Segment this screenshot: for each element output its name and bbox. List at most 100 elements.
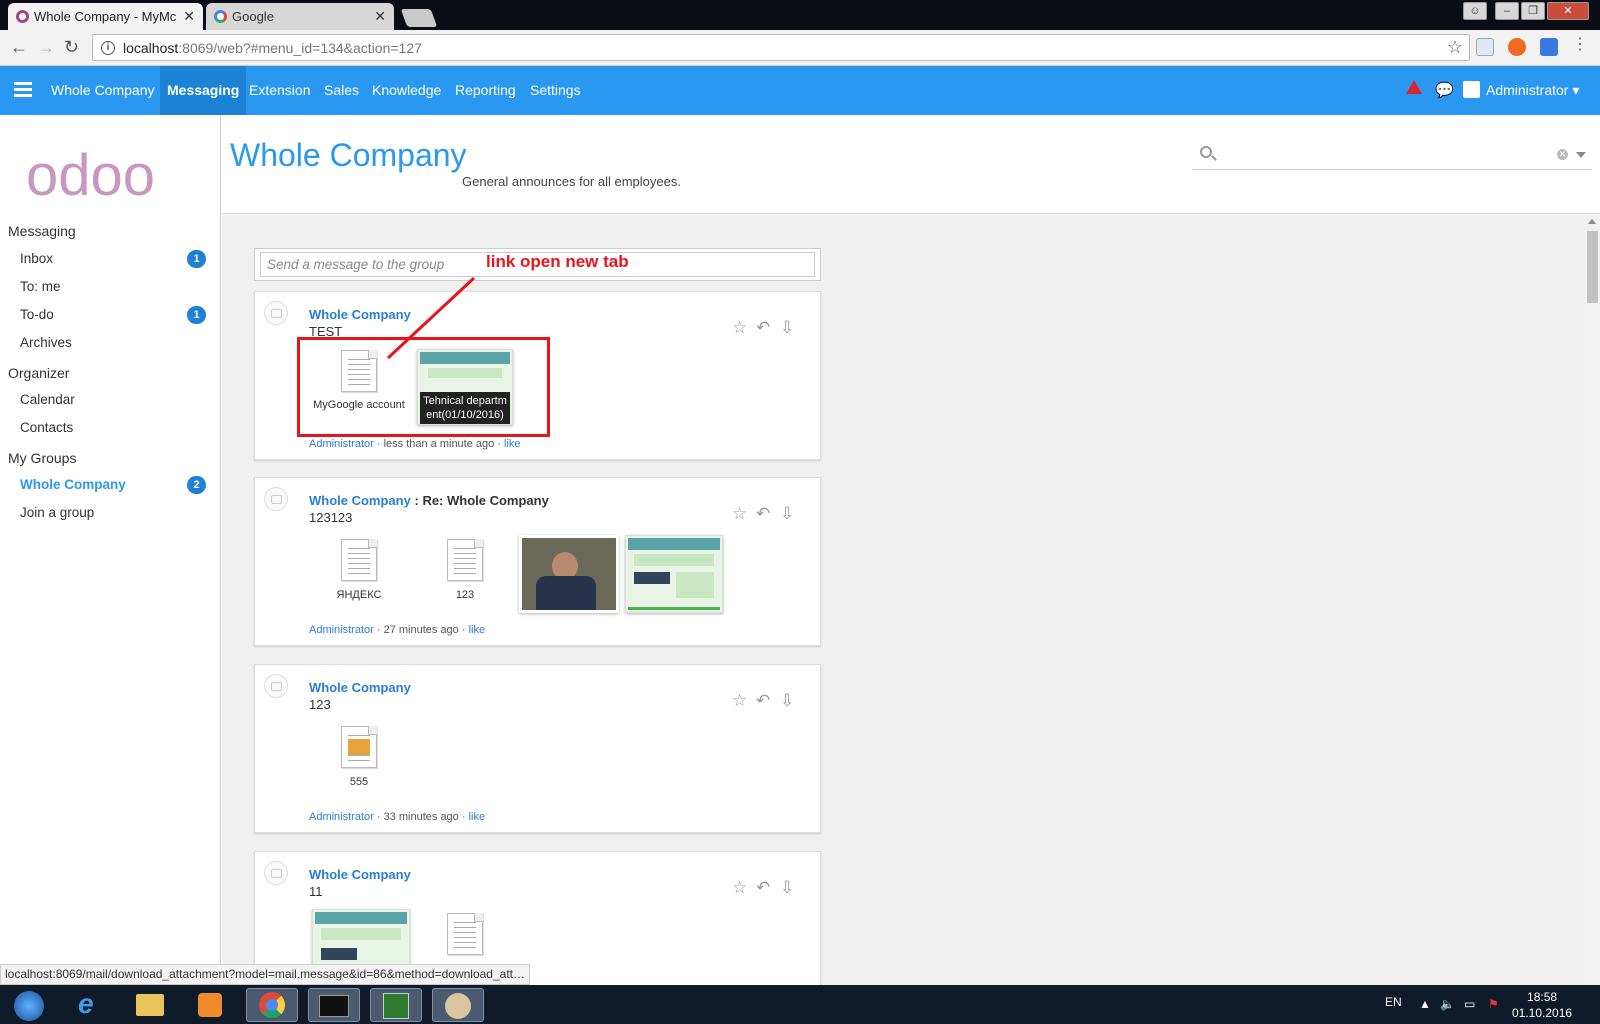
menu-dots-icon[interactable]: ⋮: [1572, 37, 1588, 56]
archive-icon[interactable]: ⇩: [780, 691, 794, 711]
author-link[interactable]: Administrator: [309, 811, 374, 823]
message-group-link[interactable]: Whole Company : Re: Whole Company: [309, 493, 549, 508]
reply-icon[interactable]: ↶: [756, 504, 770, 524]
clear-search-icon[interactable]: ✕: [1557, 149, 1568, 160]
attachment-image[interactable]: [625, 535, 723, 613]
author-avatar[interactable]: [264, 861, 288, 885]
star-icon[interactable]: ☆: [732, 878, 747, 898]
sidebar-item-whole-company[interactable]: Whole Company 2: [20, 475, 206, 495]
thumb-header: [315, 912, 407, 924]
user-name: Administrator: [1486, 82, 1569, 98]
nav-reporting[interactable]: Reporting: [448, 66, 523, 115]
main-navbar: Whole Company Messaging Extension Sales …: [0, 66, 1600, 115]
scrollbar[interactable]: [1584, 215, 1600, 985]
close-tab-icon[interactable]: ✕: [183, 3, 195, 30]
attachment-photo[interactable]: [519, 535, 619, 613]
reply-icon[interactable]: ↶: [756, 878, 770, 898]
media-player-icon[interactable]: [184, 988, 236, 1022]
author-avatar[interactable]: [264, 301, 288, 325]
reply-icon[interactable]: ↶: [756, 318, 770, 338]
sidebar-item-calendar[interactable]: Calendar: [20, 390, 206, 410]
archive-icon[interactable]: ⇩: [780, 878, 794, 898]
author-avatar[interactable]: [264, 487, 288, 511]
paint-icon[interactable]: [432, 988, 484, 1022]
system-clock[interactable]: 18:58 01.10.2016: [1512, 989, 1572, 1021]
close-tab-icon[interactable]: ✕: [374, 3, 386, 30]
nav-knowledge[interactable]: Knowledge: [365, 66, 448, 115]
author-link[interactable]: Administrator: [309, 438, 374, 450]
attachment-doc[interactable]: ЯНДЕКС: [309, 536, 409, 606]
attachment-doc[interactable]: 123: [415, 536, 515, 606]
odoo-logo[interactable]: odoo: [26, 145, 196, 205]
sidebar-item-to-me[interactable]: To: me: [20, 277, 206, 297]
search-input[interactable]: ✕: [1192, 140, 1592, 170]
nav-extension[interactable]: Extension: [242, 66, 317, 115]
author-link[interactable]: Administrator: [309, 624, 374, 636]
archive-icon[interactable]: ⇩: [780, 318, 794, 338]
chrome-icon[interactable]: [246, 988, 298, 1022]
user-menu[interactable]: Administrator ▾: [1486, 66, 1579, 115]
star-icon[interactable]: ☆: [732, 691, 747, 711]
like-link[interactable]: like: [469, 811, 486, 823]
scroll-thumb[interactable]: [1587, 231, 1598, 303]
paint-glyph: [445, 993, 471, 1019]
language-indicator[interactable]: EN: [1385, 995, 1402, 1009]
minimize-button[interactable]: –: [1495, 2, 1519, 20]
back-icon[interactable]: ←: [10, 37, 28, 57]
message-card: Whole Company 123 ☆ ↶ ⇩ 555 Administrato…: [254, 664, 821, 833]
url-path: :8069/web?#menu_id=134&action=127: [178, 40, 422, 56]
sidebar-item-label: Join a group: [20, 505, 95, 520]
restore-button[interactable]: ❐: [1521, 2, 1545, 20]
reload-icon[interactable]: ↻: [64, 37, 79, 57]
message-group-link[interactable]: Whole Company: [309, 867, 411, 882]
nav-settings[interactable]: Settings: [523, 66, 588, 115]
star-icon[interactable]: ☆: [732, 504, 747, 524]
reply-icon[interactable]: ↶: [756, 691, 770, 711]
cmd-icon[interactable]: [308, 988, 360, 1022]
like-link[interactable]: like: [469, 624, 486, 636]
bookmark-star-icon[interactable]: ☆: [1447, 37, 1463, 58]
window-close-button[interactable]: ✕: [1547, 2, 1589, 20]
ie-icon[interactable]: e: [64, 988, 116, 1022]
archive-icon[interactable]: ⇩: [780, 504, 794, 524]
sidebar-item-to-do[interactable]: To-do 1: [20, 305, 206, 325]
sidebar-item-inbox[interactable]: Inbox 1: [20, 249, 206, 269]
tab-google[interactable]: Google ✕: [206, 3, 394, 30]
author-avatar[interactable]: [264, 674, 288, 698]
nav-brand[interactable]: Whole Company: [44, 66, 162, 115]
action-center-icon[interactable]: ⚑: [1488, 997, 1499, 1011]
tab-whole-company[interactable]: Whole Company - MyMc ✕: [8, 3, 203, 30]
site-info-icon[interactable]: i: [101, 41, 115, 55]
volume-icon[interactable]: 🔈: [1440, 997, 1455, 1011]
url-field[interactable]: i localhost:8069/web?#menu_id=134&action…: [92, 34, 1470, 61]
nav-messaging[interactable]: Messaging: [160, 66, 247, 115]
scroll-up-icon[interactable]: [1588, 219, 1596, 224]
explorer-icon[interactable]: [124, 988, 176, 1022]
forward-icon[interactable]: →: [37, 37, 55, 57]
extension-shield-icon[interactable]: [1476, 38, 1494, 56]
attachment-doc[interactable]: 555: [309, 723, 409, 793]
new-tab-button[interactable]: [400, 9, 438, 27]
translate-icon[interactable]: [1540, 38, 1558, 56]
warning-icon[interactable]: [1406, 80, 1422, 94]
app-menu-icon[interactable]: [14, 82, 32, 97]
star-icon[interactable]: ☆: [732, 318, 747, 338]
avatar[interactable]: [1463, 81, 1480, 98]
nav-sales[interactable]: Sales: [317, 66, 366, 115]
message-group-link[interactable]: Whole Company: [309, 680, 411, 695]
user-icon[interactable]: ☺: [1463, 2, 1487, 20]
sidebar-item-label: Contacts: [20, 420, 74, 435]
task-manager-icon[interactable]: [370, 988, 422, 1022]
chat-icon[interactable]: 💬: [1435, 81, 1454, 99]
network-icon[interactable]: ▭: [1464, 997, 1475, 1011]
sidebar-item-archives[interactable]: Archives: [20, 333, 206, 353]
extension-orange-icon[interactable]: [1508, 38, 1526, 56]
start-button[interactable]: [4, 988, 52, 1022]
address-bar: ← → ↻ i localhost:8069/web?#menu_id=134&…: [0, 30, 1600, 66]
sidebar-item-join-group[interactable]: Join a group: [20, 503, 206, 523]
like-link[interactable]: like: [504, 438, 521, 450]
search-options-icon[interactable]: [1576, 152, 1586, 158]
message-group-link[interactable]: Whole Company: [309, 307, 411, 322]
tray-expand-icon[interactable]: ▲: [1419, 997, 1431, 1011]
sidebar-item-contacts[interactable]: Contacts: [20, 418, 206, 438]
